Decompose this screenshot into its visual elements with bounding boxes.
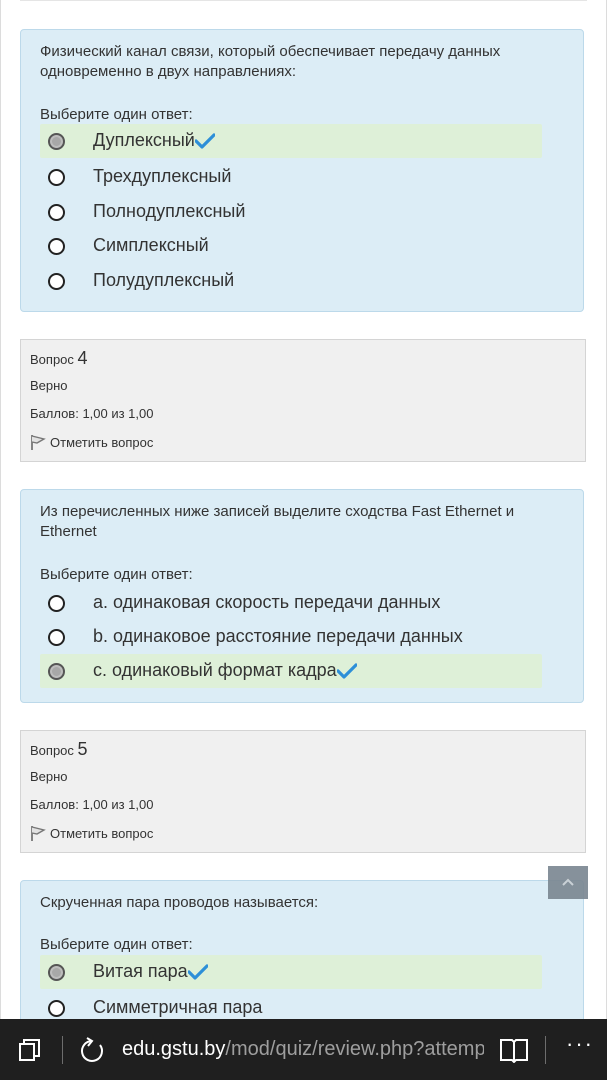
answer-option[interactable]: Симплексный — [40, 229, 542, 263]
flag-icon — [31, 826, 46, 841]
question-4-formulation: Из перечисленных ниже записей выделите с… — [20, 489, 584, 703]
question-4-info: Вопрос 4 Верно Баллов: 1,00 из 1,00 Отме… — [20, 339, 586, 462]
refresh-icon — [81, 1037, 103, 1062]
more-menu-button[interactable]: ··· — [566, 1031, 594, 1057]
answer-label: Симплексный — [93, 235, 209, 255]
divider — [62, 1036, 63, 1064]
answer-label: b. одинаковое расстояние передачи данных — [93, 626, 463, 646]
url-path: /mod/quiz/review.php?attempt= — [225, 1038, 484, 1060]
question-number: Вопрос 4 — [30, 348, 88, 369]
answer-option[interactable]: a. одинаковая скорость передачи данных — [40, 586, 542, 620]
question-5-info: Вопрос 5 Верно Баллов: 1,00 из 1,00 Отме… — [20, 730, 586, 853]
answer-label: c. одинаковый формат кадра — [93, 660, 337, 680]
check-icon — [336, 663, 357, 679]
radio-button-checked[interactable] — [48, 133, 65, 150]
question-score: Баллов: 1,00 из 1,00 — [30, 406, 154, 421]
answer-prompt: Выберите один ответ: — [40, 566, 193, 583]
question-status: Верно — [30, 769, 68, 784]
answer-label: Полудуплексный — [93, 270, 235, 290]
book-icon — [500, 1039, 528, 1064]
flag-question-link[interactable]: Отметить вопрос — [30, 825, 153, 842]
radio-button[interactable] — [48, 169, 65, 186]
tabs-button[interactable] — [17, 1037, 43, 1068]
radio-button[interactable] — [48, 595, 65, 612]
radio-button-checked[interactable] — [48, 964, 65, 981]
question-text: Физический канал связи, который обеспечи… — [40, 43, 501, 80]
answer-label: Полнодуплексный — [93, 201, 246, 221]
question-number-value: 5 — [77, 739, 88, 759]
answer-option[interactable]: c. одинаковый формат кадра — [40, 654, 542, 688]
answer-option[interactable]: Трехдуплексный — [40, 160, 542, 194]
question-label: Вопрос — [30, 743, 74, 758]
question-number-value: 4 — [77, 348, 88, 368]
reading-view-button[interactable] — [499, 1037, 529, 1068]
radio-button[interactable] — [48, 1000, 65, 1017]
flag-question-link[interactable]: Отметить вопрос — [30, 434, 153, 451]
radio-button[interactable] — [48, 204, 65, 221]
radio-button[interactable] — [48, 238, 65, 255]
flag-icon — [31, 435, 46, 450]
flag-label: Отметить вопрос — [50, 435, 154, 450]
question-5-formulation: Скрученная пара проводов называется: Выб… — [20, 880, 584, 1040]
address-bar[interactable]: edu.gstu.by/mod/quiz/review.php?attempt= — [122, 1038, 484, 1061]
radio-button[interactable] — [48, 629, 65, 646]
question-status: Верно — [30, 378, 68, 393]
tabs-icon — [19, 1039, 40, 1061]
refresh-button[interactable] — [78, 1037, 106, 1070]
flag-label: Отметить вопрос — [50, 826, 154, 841]
answer-option[interactable]: Полудуплексный — [40, 264, 542, 298]
answer-option[interactable]: Полнодуплексный — [40, 195, 542, 229]
answer-option[interactable]: Витая пара — [40, 955, 542, 989]
answer-label: Витая пара — [93, 961, 188, 981]
radio-button-checked[interactable] — [48, 663, 65, 680]
radio-button[interactable] — [48, 273, 65, 290]
answer-prompt: Выберите один ответ: — [40, 936, 193, 953]
answer-prompt: Выберите один ответ: — [40, 106, 193, 123]
divider — [545, 1036, 546, 1064]
scroll-to-top-button[interactable] — [548, 866, 588, 899]
answer-option[interactable]: Дуплексный — [40, 124, 542, 158]
answer-label: Симметричная пара — [93, 997, 263, 1017]
chevron-up-icon — [562, 878, 574, 886]
url-host: edu.gstu.by — [122, 1038, 226, 1060]
question-text: Из перечисленных ниже записей выделите с… — [40, 503, 515, 540]
question-score: Баллов: 1,00 из 1,00 — [30, 797, 154, 812]
answer-label: Дуплексный — [93, 130, 195, 150]
question-label: Вопрос — [30, 352, 74, 367]
question-3-formulation: Физический канал связи, который обеспечи… — [20, 29, 584, 312]
question-text: Скрученная пара проводов называется: — [40, 894, 319, 911]
divider — [20, 0, 587, 1]
answer-label: a. одинаковая скорость передачи данных — [93, 592, 441, 612]
browser-taskbar: edu.gstu.by/mod/quiz/review.php?attempt=… — [0, 1019, 607, 1080]
check-icon — [194, 133, 215, 149]
answer-option[interactable]: b. одинаковое расстояние передачи данных — [40, 620, 542, 654]
check-icon — [187, 964, 208, 980]
answer-label: Трехдуплексный — [93, 166, 232, 186]
question-number: Вопрос 5 — [30, 739, 88, 760]
